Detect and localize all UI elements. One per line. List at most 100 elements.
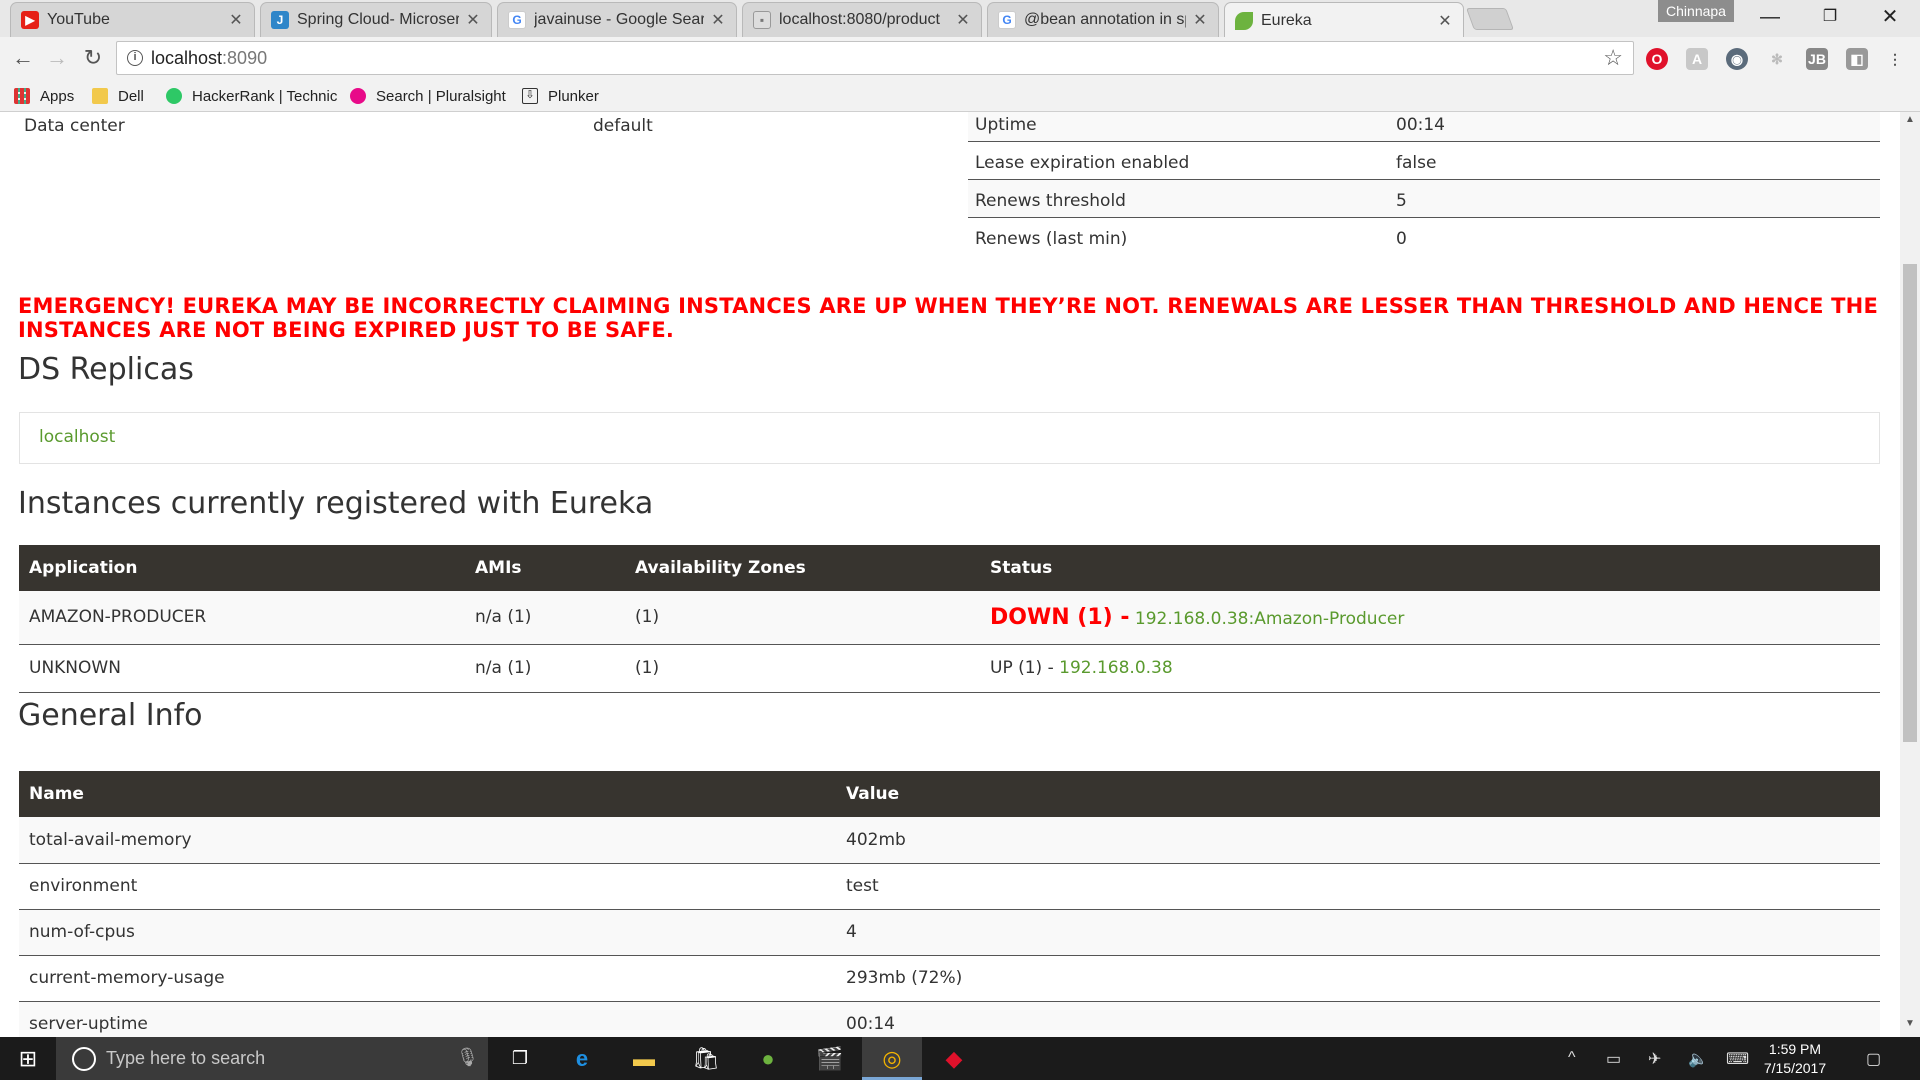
instances-heading: Instances currently registered with Eure… bbox=[18, 486, 654, 521]
table-row: current-memory-usage 293mb (72%) bbox=[19, 955, 1880, 1002]
url-text[interactable]: localhost:8090 bbox=[151, 48, 267, 69]
info-value: 4 bbox=[836, 909, 1880, 956]
info-icon[interactable]: i bbox=[127, 50, 143, 66]
info-name: environment bbox=[19, 863, 836, 910]
tab-bean-annotation[interactable]: G @bean annotation in spr ✕ bbox=[987, 2, 1219, 37]
bookmark-plunker[interactable]: ⇩ Plunker bbox=[522, 85, 599, 107]
close-icon[interactable]: ✕ bbox=[465, 10, 481, 30]
instance-link[interactable]: 192.168.0.38:Amazon-Producer bbox=[1135, 609, 1404, 629]
status-cell: UP (1) - 192.168.0.38 bbox=[980, 644, 1880, 693]
store-icon[interactable]: 🛍 bbox=[676, 1037, 736, 1080]
folder-icon bbox=[92, 88, 108, 104]
tab-title: localhost:8080/product bbox=[779, 11, 940, 28]
bookmark-pluralsight[interactable]: Search | Pluralsight bbox=[350, 85, 506, 107]
browser-tab-strip: ▶ YouTube ✕ J Spring Cloud- Microservi ✕… bbox=[0, 0, 1920, 38]
table-row: num-of-cpus 4 bbox=[19, 909, 1880, 956]
apps-grid-icon bbox=[14, 88, 30, 104]
data-center-value: default bbox=[593, 116, 653, 136]
video-editor-icon[interactable]: 🎬 bbox=[800, 1037, 860, 1080]
instances-table: Application AMIs Availability Zones Stat… bbox=[19, 545, 1880, 693]
edge-browser-icon[interactable]: e bbox=[552, 1037, 612, 1080]
bookmark-dell[interactable]: Dell bbox=[92, 85, 144, 107]
clock-time: 1:59 PM bbox=[1768, 1041, 1822, 1057]
tab-spring-cloud[interactable]: J Spring Cloud- Microservi ✕ bbox=[260, 2, 492, 37]
action-center-icon[interactable]: ▢ bbox=[1866, 1049, 1881, 1069]
tab-youtube[interactable]: ▶ YouTube ✕ bbox=[10, 2, 255, 37]
app-name: UNKNOWN bbox=[19, 644, 465, 693]
battery-icon[interactable]: ▭ bbox=[1606, 1049, 1621, 1069]
square-extension-icon[interactable]: ◧ bbox=[1846, 48, 1868, 70]
chrome-icon[interactable]: ◎ bbox=[862, 1037, 922, 1080]
ds-replicas-panel: localhost bbox=[19, 412, 1880, 464]
column-header: Value bbox=[836, 771, 1880, 817]
tray-chevron-icon[interactable]: ^ bbox=[1568, 1049, 1576, 1067]
airplane-mode-icon[interactable]: ✈ bbox=[1648, 1049, 1661, 1069]
pdf-extension-icon[interactable]: A bbox=[1686, 48, 1708, 70]
forward-arrow-icon[interactable]: → bbox=[42, 43, 72, 73]
status-up: UP (1) - bbox=[990, 658, 1054, 678]
taskbar-search-box[interactable]: Type here to search 🎙 bbox=[56, 1037, 488, 1080]
google-icon: G bbox=[508, 11, 526, 29]
system-clock[interactable]: 1:59 PM 7/15/2017 bbox=[1755, 1040, 1835, 1078]
tab-title: Eureka bbox=[1261, 11, 1312, 29]
reload-icon[interactable]: ↻ bbox=[78, 43, 108, 73]
data-center-label: Data center bbox=[24, 116, 125, 136]
table-row: total-avail-memory 402mb bbox=[19, 817, 1880, 864]
close-icon[interactable]: ✕ bbox=[1437, 11, 1453, 31]
clock-date: 7/15/2017 bbox=[1763, 1060, 1827, 1076]
menu-icon[interactable]: ⋮ bbox=[1884, 48, 1906, 70]
tab-title: Spring Cloud- Microservi bbox=[297, 11, 459, 28]
tab-localhost-product[interactable]: ▪ localhost:8080/product ✕ bbox=[742, 2, 982, 37]
close-icon[interactable]: ✕ bbox=[228, 10, 244, 30]
bookmark-label: Apps bbox=[40, 87, 75, 105]
instance-link[interactable]: 192.168.0.38 bbox=[1059, 658, 1173, 678]
file-explorer-icon[interactable]: ▬ bbox=[614, 1037, 674, 1080]
bookmark-star-icon[interactable]: ☆ bbox=[1603, 45, 1623, 71]
url-bar[interactable]: i localhost:8090 ☆ bbox=[116, 41, 1634, 75]
app-name: AMAZON-PRODUCER bbox=[19, 591, 465, 645]
app-red-icon[interactable]: ◆ bbox=[924, 1037, 984, 1080]
eye-extension-icon[interactable]: ◉ bbox=[1726, 48, 1748, 70]
bookmark-label: HackerRank | Technic bbox=[192, 87, 338, 105]
scroll-up-arrow-icon[interactable]: ▲ bbox=[1900, 114, 1920, 130]
url-port: :8090 bbox=[222, 48, 268, 68]
snowflake-extension-icon[interactable]: ✻ bbox=[1766, 48, 1788, 70]
tab-title: javainuse - Google Searc bbox=[534, 11, 704, 28]
minimize-icon[interactable]: — bbox=[1740, 0, 1800, 36]
scroll-down-arrow-icon[interactable]: ▼ bbox=[1900, 1018, 1920, 1034]
page-scrollbar[interactable]: ▲ ▼ bbox=[1900, 112, 1920, 1037]
tab-eureka[interactable]: Eureka ✕ bbox=[1224, 2, 1464, 38]
table-row: AMAZON-PRODUCER n/a (1) (1) DOWN (1) - 1… bbox=[19, 591, 1880, 645]
keyboard-icon[interactable]: ⌨ bbox=[1726, 1049, 1749, 1069]
tab-title: YouTube bbox=[47, 11, 110, 28]
eureka-page: Data center default Uptime 00:14 Lease e… bbox=[0, 112, 1900, 1037]
google-icon: G bbox=[998, 11, 1016, 29]
microphone-icon[interactable]: 🎙 bbox=[456, 1047, 479, 1068]
replica-link[interactable]: localhost bbox=[39, 427, 115, 447]
close-icon[interactable]: ✕ bbox=[955, 10, 971, 30]
spring-tool-suite-icon[interactable]: ● bbox=[738, 1037, 798, 1080]
task-view-icon[interactable]: ❐ bbox=[490, 1037, 550, 1080]
bookmark-hackerrank[interactable]: HackerRank | Technic bbox=[166, 85, 337, 107]
status-value: 0 bbox=[1396, 229, 1407, 249]
tab-google-javainuse[interactable]: G javainuse - Google Searc ✕ bbox=[497, 2, 737, 37]
jb-extension-icon[interactable]: JB bbox=[1806, 48, 1828, 70]
plunker-icon: ⇩ bbox=[522, 88, 538, 104]
table-row: environment test bbox=[19, 863, 1880, 910]
column-header: Name bbox=[19, 771, 836, 817]
close-icon[interactable]: ✕ bbox=[1192, 10, 1208, 30]
profile-name[interactable]: Chinnapa bbox=[1658, 0, 1734, 22]
volume-icon[interactable]: 🔈 bbox=[1688, 1049, 1708, 1069]
bookmark-apps[interactable]: Apps bbox=[14, 85, 74, 107]
bookmarks-bar: Apps Dell HackerRank | Technic Search | … bbox=[0, 81, 1920, 112]
status-down: DOWN (1) - bbox=[990, 604, 1130, 630]
info-name: num-of-cpus bbox=[19, 909, 836, 956]
close-icon[interactable]: ✕ bbox=[710, 10, 726, 30]
restore-icon[interactable]: ❐ bbox=[1800, 0, 1860, 36]
opera-extension-icon[interactable]: O bbox=[1646, 48, 1668, 70]
scrollbar-thumb[interactable] bbox=[1903, 264, 1917, 742]
close-window-icon[interactable]: ✕ bbox=[1860, 0, 1920, 36]
new-tab-button[interactable] bbox=[1465, 8, 1515, 30]
windows-start-icon[interactable]: ⊞ bbox=[0, 1037, 56, 1080]
back-arrow-icon[interactable]: ← bbox=[8, 43, 38, 73]
